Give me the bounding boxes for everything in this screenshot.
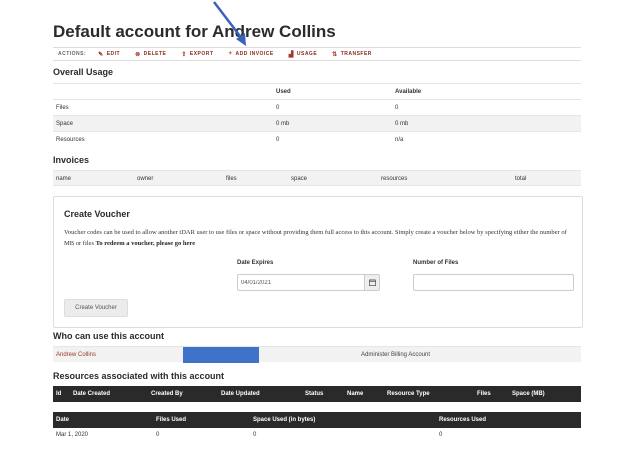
date-expires-label: Date Expires [237,260,274,266]
row-label: Space [53,115,273,132]
column-header: Files [477,391,491,397]
add-invoice-action[interactable]: + ADD INVOICE [228,51,273,57]
user-name-link[interactable]: Andrew Collins [56,352,96,358]
row-label: Resources [53,131,273,148]
transfer-icon: ⇅ [332,51,338,58]
chart-icon: ▟ [288,51,294,58]
usage-history-header: Date Files Used Space Used (in bytes) Re… [53,412,581,428]
create-voucher-button[interactable]: Create Voucher [64,299,128,317]
table-header-row: Used Available [53,83,581,100]
column-header: resources [381,176,408,182]
delete-icon: ⊗ [135,51,141,58]
column-header: Status [305,391,324,397]
column-header: Used [273,83,392,100]
invoices-heading: Invoices [53,155,90,165]
column-header: Available [392,83,581,100]
column-header: files [226,176,237,182]
resources-heading: Resources associated with this account [53,371,225,381]
row-label: Files [53,99,273,116]
column-header: Date [56,417,70,423]
pencil-icon: ✎ [98,51,104,58]
who-can-use-heading: Who can use this account [53,331,165,341]
user-highlight-bar [183,347,259,363]
cell-value: 0 [273,131,392,148]
actions-bar: ACTIONS: ✎ EDIT ⊗ DELETE ⇪ EXPORT + ADD INVO… [53,47,581,61]
resources-table-header: Id Date Created Created By Date Updated … [53,386,581,402]
cell-value: n/a [392,131,581,148]
column-header: Files Used [156,417,187,423]
number-of-files-input[interactable] [413,274,574,291]
table-row: Space 0 mb 0 mb [53,115,581,132]
calendar-button[interactable] [365,274,380,291]
delete-action[interactable]: ⊗ DELETE [135,51,166,58]
column-header: Id [56,391,62,397]
number-of-files-label: Number of Files [413,260,459,266]
transfer-action[interactable]: ⇅ TRANSFER [332,51,372,58]
cell-value: 0 [156,432,160,438]
column-header: name [56,176,72,182]
actions-label: ACTIONS: [58,51,87,57]
invoices-table-header: name owner files space resources total [53,170,581,186]
cell-value: 0 mb [392,115,581,132]
plus-icon: + [228,51,233,57]
column-header: Created By [151,391,183,397]
cell-value: 0 [273,99,392,116]
administer-billing-link[interactable]: Administer Billing Account [361,352,430,358]
account-user-row: Andrew Collins Administer Billing Accoun… [53,346,581,363]
export-icon: ⇪ [181,51,187,58]
column-header: Date Updated [221,391,260,397]
table-row: Resources 0 n/a [53,131,581,148]
column-header: total [515,176,527,182]
date-expires-input[interactable] [237,274,365,291]
cell-value: Mar 1, 2020 [56,432,89,438]
cell-value: 0 [439,432,443,438]
edit-action[interactable]: ✎ EDIT [98,51,120,58]
cell-value: 0 [392,99,581,116]
column-header: Resources Used [439,417,487,423]
page-title: Default account for Andrew Collins [53,22,336,41]
column-header: owner [137,176,154,182]
overall-usage-table: Used Available Files 0 0 Space 0 mb 0 mb… [53,83,581,148]
cell-value: 0 [253,432,257,438]
column-header: Date Created [73,391,111,397]
export-action[interactable]: ⇪ EXPORT [181,51,213,58]
create-voucher-panel: Create Voucher Voucher codes can be used… [53,196,583,328]
redeem-voucher-link[interactable]: To redeem a voucher, please go here [96,240,195,247]
usage-action[interactable]: ▟ USAGE [289,51,317,58]
column-header: space [291,176,308,182]
column-header [53,83,273,100]
column-header: Resource Type [387,391,430,397]
voucher-title: Create Voucher [64,209,130,219]
overall-usage-heading: Overall Usage [53,67,114,77]
table-row: Mar 1, 2020 0 0 0 [53,429,581,443]
column-header: Space Used (in bytes) [253,417,316,423]
table-row: Files 0 0 [53,99,581,116]
cell-value: 0 mb [273,115,392,132]
column-header: Space (MB) [512,391,545,397]
voucher-description: Voucher codes can be used to allow anoth… [64,229,567,247]
calendar-icon [368,279,376,286]
column-header: Name [347,391,364,397]
